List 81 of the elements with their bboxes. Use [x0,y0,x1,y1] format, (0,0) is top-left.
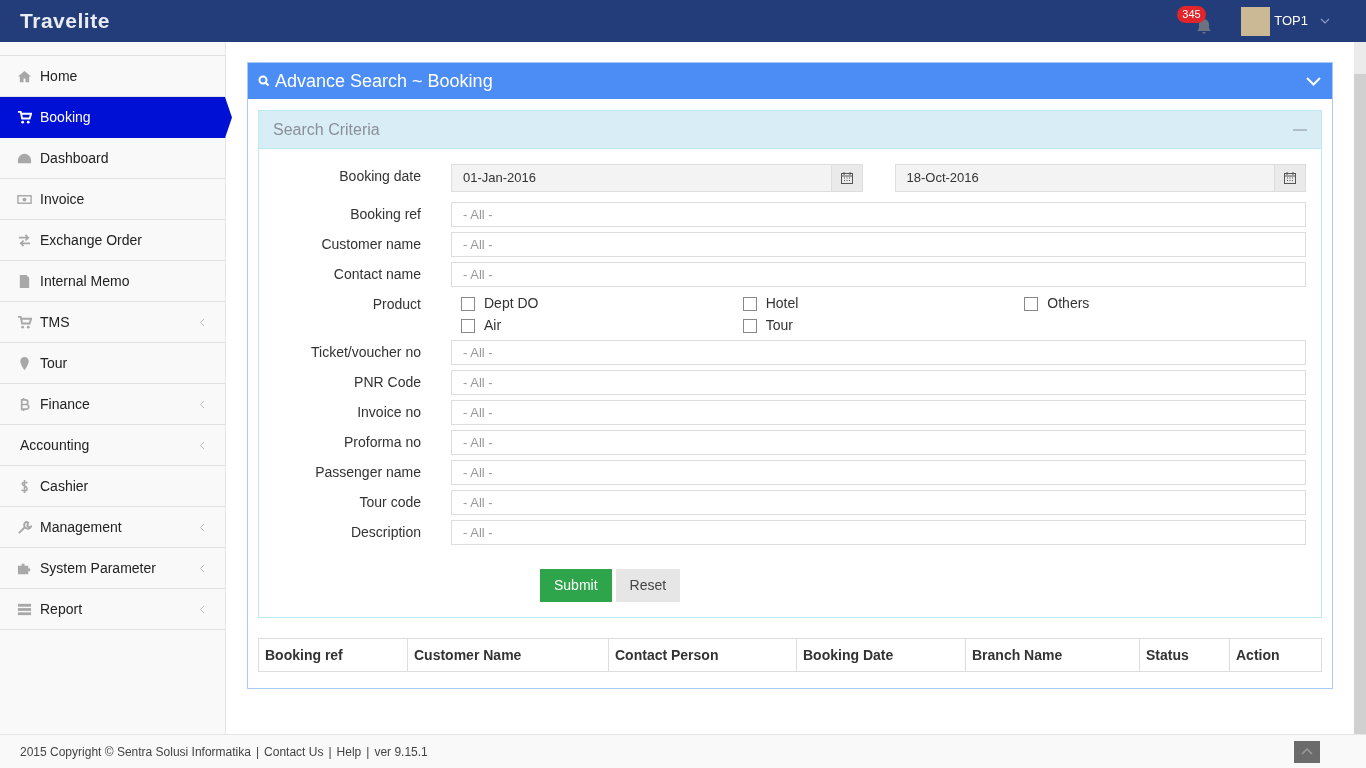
panel-title: Advance Search ~ Booking [275,69,493,93]
product-checkbox[interactable]: Air [461,316,743,335]
footer-link[interactable]: Contact Us [264,742,324,761]
field-label: Customer name [320,235,421,254]
list-icon [17,601,32,617]
field-label: Product [371,295,421,314]
sidebar-item[interactable]: Dashboard [0,138,225,179]
cart-icon [17,109,32,125]
logo: Travelite [20,8,110,35]
field-label: Tour code [358,493,421,512]
field-label: Booking date [338,167,421,186]
sidebar-item[interactable]: Report [0,589,225,630]
product-checkbox[interactable]: Others [1024,294,1306,313]
field-label: PNR Code [353,373,421,392]
reset-button[interactable]: Reset [615,569,681,602]
footer-link[interactable]: Help [336,742,362,761]
date-field[interactable]: 01-Jan-2016 [451,164,863,192]
column-header: Booking ref [264,645,344,665]
separator-text: | [328,743,332,761]
sidebar-item[interactable]: Invoice [0,179,225,220]
text-field[interactable]: - All - [451,340,1306,365]
column-header: Status [1139,639,1229,671]
sidebar-item[interactable]: Accounting [0,425,225,466]
column-header: Branch Name [965,639,1139,671]
text-field[interactable]: - All - [451,202,1306,227]
chevron-down-icon [1305,76,1321,86]
sidebar-item[interactable]: Cashier [0,466,225,507]
scroll-to-top-button[interactable] [1294,740,1320,763]
column-header: Customer Name [407,639,608,671]
document-icon [17,273,32,289]
field-label: Description [349,523,421,542]
separator-text: | [255,743,260,761]
text-field[interactable]: - All - [451,400,1306,425]
field-label: Contact name [332,265,421,284]
minus-icon [1293,128,1307,131]
field-label: Passenger name [314,463,421,482]
user-menu[interactable]: TOP1 [1241,6,1330,36]
text-field[interactable]: - All - [451,460,1306,485]
product-checkbox[interactable]: Tour [742,316,1025,335]
text-field[interactable]: - All - [451,232,1306,257]
text-field[interactable]: - All - [451,490,1306,515]
sidebar-item[interactable]: Management [0,507,225,548]
text-field[interactable]: - All - [451,430,1306,455]
sidebar-item[interactable]: Finance [0,384,225,425]
field-label: Ticket/voucher no [310,343,421,362]
wrench-icon [17,519,32,535]
text-field[interactable]: - All - [451,370,1306,395]
field-label: Proforma no [342,433,421,452]
column-header: Contact Person [608,639,796,671]
field-label: Invoice no [356,403,421,422]
avatar-photo-placeholder [1241,6,1271,36]
product-checkbox[interactable]: Hotel [742,294,1025,313]
sidebar-item[interactable]: System Parameter [0,548,225,589]
collapse-button[interactable] [1304,74,1322,88]
calendar-icon [1284,172,1296,184]
sidebar-item[interactable]: Booking [0,97,232,138]
notification-badge: 345 [1177,6,1206,23]
field-label: Booking ref [349,205,421,224]
text-field[interactable]: - All - [451,262,1306,287]
sidebar-item[interactable]: Internal Memo [0,261,225,302]
sidebar-item[interactable]: Tour [0,343,225,384]
map-pin-icon [17,355,32,371]
search-icon [258,75,270,87]
footer-text: 2015 Copyright © Sentra Solusi Informatika [20,743,251,761]
notification-button[interactable]: 345 [1177,6,1214,36]
product-checkbox[interactable]: Dept DO [461,294,743,313]
column-header: Booking Date [796,639,965,671]
calendar-icon [840,172,853,184]
arrows-icon [17,232,32,248]
sidebar-item[interactable]: TMS [0,302,225,343]
cart-icon [17,314,32,330]
column-header: Action [1229,639,1321,671]
sidebar-item[interactable]: Exchange Order [0,220,225,261]
criteria-title: Search Criteria [273,119,380,140]
separator-text: | [366,743,370,761]
date-field[interactable]: 18-Oct-2016 [894,164,1306,192]
home-icon [17,68,32,84]
chevron-down-icon [1320,18,1330,24]
text-field[interactable]: - All - [451,520,1306,545]
footer-text: ver 9.15.1 [374,743,428,761]
chevron-up-icon [1301,748,1313,755]
